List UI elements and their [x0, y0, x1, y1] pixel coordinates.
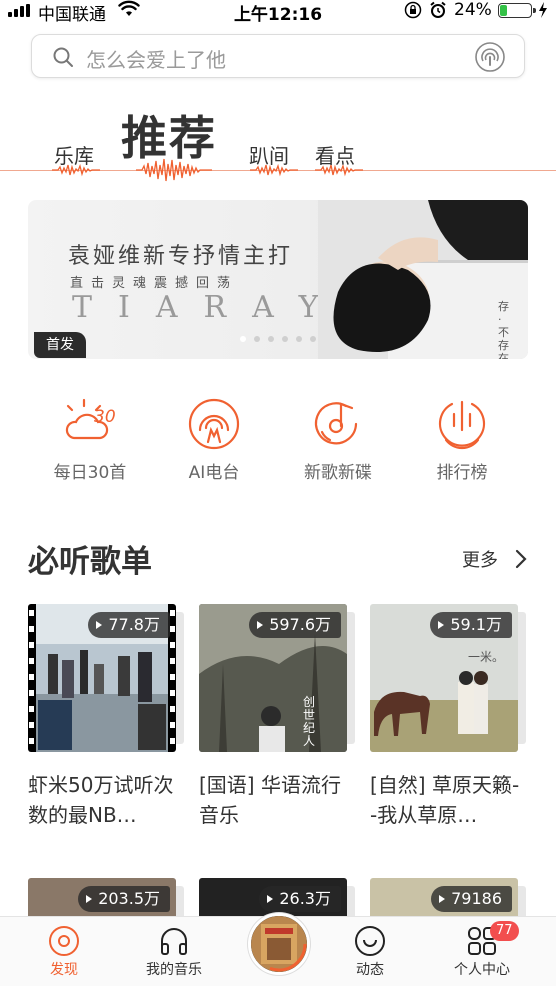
- svg-text:30: 30: [94, 407, 116, 427]
- tab-watch[interactable]: 看点: [315, 140, 355, 169]
- chart-ranking-icon: [438, 400, 486, 450]
- new-music-icon: [314, 402, 358, 445]
- search-bar[interactable]: 怎么会爱上了他: [31, 34, 525, 78]
- nav-my-music[interactable]: 我的音乐: [124, 917, 224, 979]
- new-music-label: 新歌新碟: [304, 463, 372, 483]
- playlist-cover: 创世纪人 597.6万: [199, 604, 347, 752]
- play-count: 59.1万: [450, 615, 502, 634]
- ai-radio-entry[interactable]: AI电台: [154, 396, 274, 483]
- chart-ranking-entry[interactable]: 排行榜: [402, 396, 522, 483]
- playlist-card[interactable]: 77.8万 虾米50万试听次数的最NB…: [28, 604, 184, 830]
- tab-music-library[interactable]: 乐库: [54, 140, 94, 169]
- banner-artist-photo: [318, 200, 528, 359]
- banner-pagination: [240, 336, 316, 342]
- promo-banner[interactable]: 袁娅维新专抒情主打 直击灵魂震撼回荡 TIARAY 存·不存在 首发: [28, 200, 528, 359]
- nav-label: 个人中心: [454, 962, 510, 978]
- cover-text: 一米。: [468, 650, 505, 664]
- banner-subtitle: 直击灵魂震撼回荡: [70, 276, 239, 291]
- play-count-badge: 59.1万: [430, 612, 512, 638]
- nav-discover[interactable]: 发现: [14, 917, 114, 979]
- voice-recognition-icon[interactable]: [474, 41, 506, 73]
- card-stack-edge: [518, 612, 526, 744]
- nav-feed[interactable]: 动态: [320, 917, 420, 979]
- ai-radio-label: AI电台: [188, 463, 240, 483]
- headphones-icon: [161, 928, 187, 955]
- chevron-right-icon[interactable]: [514, 548, 528, 570]
- banner-dot: [254, 336, 260, 342]
- notification-badge: 77: [490, 921, 519, 941]
- playlist-card[interactable]: 创世纪人 597.6万 [国语] 华语流行音乐: [199, 604, 355, 830]
- battery-percent: 24%: [454, 0, 492, 20]
- tab-party-room[interactable]: 趴间: [249, 140, 289, 169]
- search-placeholder: 怎么会爱上了他: [86, 48, 226, 72]
- nav-label: 动态: [356, 962, 384, 978]
- banner-badge: 首发: [34, 332, 86, 358]
- card-stack-edge: [176, 612, 184, 744]
- playlist-name: 虾米50万试听次数的最NB…: [28, 773, 174, 827]
- banner-english-title: TIARAY: [72, 290, 345, 325]
- new-music-entry[interactable]: 新歌新碟: [278, 396, 398, 483]
- play-icon: [267, 895, 274, 903]
- play-icon: [439, 895, 446, 903]
- play-icon: [86, 895, 93, 903]
- play-count-badge: 79186: [431, 886, 512, 912]
- banner-title: 袁娅维新专抒情主打: [68, 244, 294, 269]
- play-icon: [257, 621, 264, 629]
- status-bar: 中国联通 上午12:16 24%: [0, 0, 556, 25]
- top-tabs: 乐库 推荐 趴间 看点: [0, 92, 556, 182]
- playlist-name: [自然] 草原天籁--我从草原…: [370, 773, 520, 827]
- nav-label: 发现: [50, 962, 78, 978]
- play-count: 597.6万: [269, 615, 331, 634]
- banner-dot: [296, 336, 302, 342]
- discover-icon: [49, 926, 79, 956]
- playlist-card[interactable]: 一米。 59.1万 [自然] 草原天籁--我从草原…: [370, 604, 526, 830]
- playlist-cover: 77.8万: [28, 604, 176, 752]
- play-count: 203.5万: [98, 889, 160, 908]
- card-stack-edge: [347, 612, 355, 744]
- play-count-badge: 26.3万: [259, 886, 341, 912]
- album-art: [251, 916, 307, 972]
- tab-recommend[interactable]: 推荐: [121, 102, 217, 168]
- play-count: 77.8万: [108, 615, 160, 634]
- banner-dot: [282, 336, 288, 342]
- play-count: 26.3万: [279, 889, 331, 908]
- more-link[interactable]: 更多: [462, 546, 498, 572]
- play-count-badge: 77.8万: [88, 612, 170, 638]
- play-icon: [438, 621, 445, 629]
- banner-dot: [310, 336, 316, 342]
- play-count-badge: 597.6万: [249, 612, 341, 638]
- ai-radio-icon: [188, 398, 240, 450]
- banner-dot: [268, 336, 274, 342]
- playlist-name: [国语] 华语流行音乐: [199, 773, 341, 827]
- charging-icon: [539, 2, 547, 18]
- play-icon: [96, 621, 103, 629]
- battery-icon: [498, 3, 536, 18]
- xiami-home-screen: 中国联通 上午12:16 24% 怎么会爱上了他 乐库 推荐 趴间 看点 袁娅维…: [0, 0, 556, 986]
- playlist-cover: 一米。 59.1万: [370, 604, 518, 752]
- alarm-icon: [430, 1, 446, 18]
- daily-30-entry[interactable]: 30 每日30首: [30, 396, 150, 483]
- nav-label: 我的音乐: [146, 962, 202, 978]
- quick-entries: 30 每日30首 AI电台 新歌新碟 排行榜: [0, 396, 556, 486]
- feed-icon: [355, 926, 385, 956]
- cover-text: 创世纪人: [303, 695, 316, 748]
- orientation-lock-icon: [404, 1, 422, 19]
- banner-dot: [240, 336, 246, 342]
- daily-30-icon: 30: [65, 398, 116, 440]
- daily-30-label: 每日30首: [53, 463, 127, 483]
- chart-ranking-label: 排行榜: [436, 463, 488, 483]
- bottom-nav: 发现 我的音乐 动态 个人中心 77: [0, 913, 556, 986]
- search-icon: [53, 47, 73, 67]
- section-title: 必听歌单: [28, 544, 152, 580]
- play-count: 79186: [451, 889, 502, 908]
- now-playing-disc[interactable]: [248, 913, 310, 975]
- play-count-badge: 203.5万: [78, 886, 170, 912]
- banner-vertical-text: 存·不存在: [498, 300, 509, 359]
